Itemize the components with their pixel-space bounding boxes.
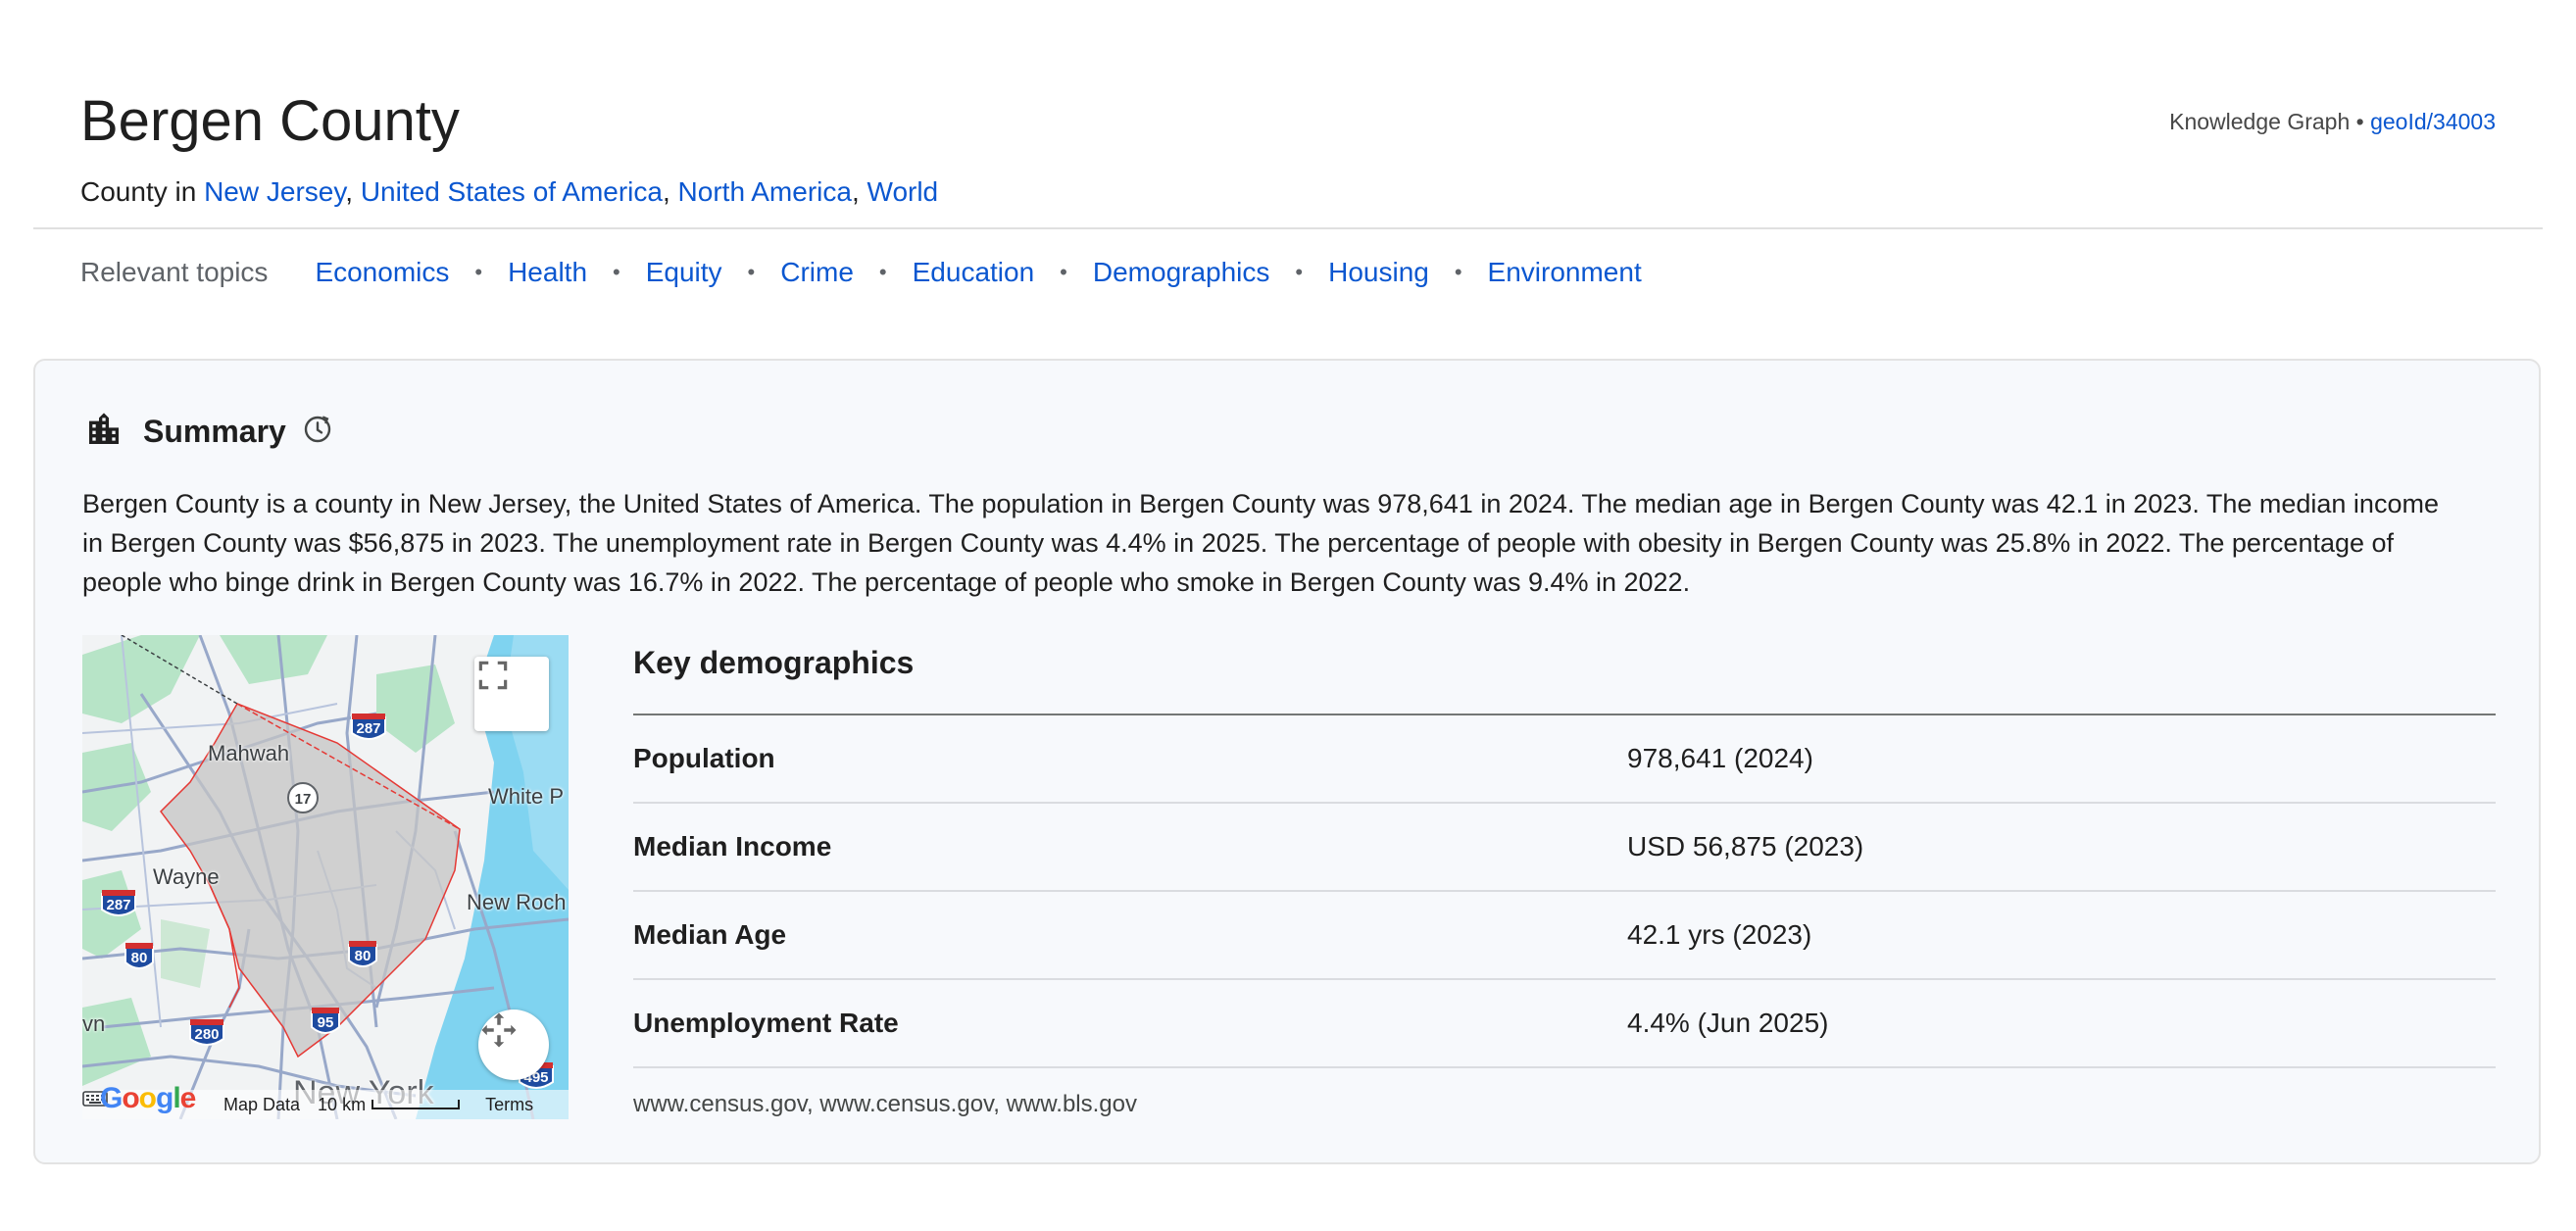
shield-287-top: 287: [356, 720, 380, 737]
separator: ,: [851, 176, 860, 207]
data-sources[interactable]: www.census.gov, www.census.gov, www.bls.…: [633, 1091, 1137, 1118]
bullet-separator: •: [1060, 260, 1067, 284]
shield-80-mid: 80: [355, 948, 372, 964]
place-link-usa[interactable]: United States of America: [361, 176, 663, 207]
place-link-north-america[interactable]: North America: [678, 176, 852, 207]
interstate-shield-icon: 287: [101, 890, 136, 916]
topic-equity[interactable]: Equity: [646, 257, 722, 288]
kg-id-link[interactable]: geoId/34003: [2370, 109, 2496, 134]
county-map[interactable]: Mahwah White P Wayne New Roch vn New Yor…: [82, 635, 569, 1119]
google-logo: Google: [100, 1082, 196, 1114]
table-row: Median Income USD 56,875 (2023): [633, 804, 2496, 892]
bullet-separator: •: [747, 260, 756, 284]
bullet-separator: •: [474, 260, 483, 284]
header-divider: [33, 227, 2543, 229]
place-link-world[interactable]: World: [867, 176, 939, 207]
shield-17: 17: [295, 791, 312, 808]
map-data-link[interactable]: Map Data: [223, 1095, 300, 1115]
shield-80-left: 80: [131, 950, 148, 966]
topic-environment[interactable]: Environment: [1488, 257, 1642, 288]
summary-card: Summary Bergen County is a county in New…: [33, 359, 2541, 1164]
interstate-shield-icon: 287: [351, 714, 386, 740]
shield-280: 280: [194, 1026, 219, 1043]
summary-title: Summary: [143, 413, 286, 449]
row-label: Median Income: [633, 831, 832, 862]
history-info-icon[interactable]: [302, 414, 333, 450]
row-value: 978,641 (2024): [1627, 743, 1813, 773]
map-scale-bar: [372, 1100, 461, 1109]
row-value: 4.4% (Jun 2025): [1627, 1008, 1829, 1038]
shield-95: 95: [318, 1014, 334, 1031]
row-label: Unemployment Rate: [633, 1008, 899, 1038]
bullet-separator: •: [613, 260, 620, 284]
bullet-separator: •: [878, 260, 887, 284]
table-row: Median Age 42.1 yrs (2023): [633, 892, 2496, 980]
row-label: Median Age: [633, 919, 787, 950]
table-row: Unemployment Rate 4.4% (Jun 2025): [633, 980, 2496, 1068]
city-buildings-icon: [84, 410, 124, 454]
interstate-shield-icon: 95: [311, 1008, 340, 1034]
relevant-topics-bar: Relevant topics Economics • Health • Equ…: [80, 251, 1642, 294]
key-demographics-table: Population 978,641 (2024) Median Income …: [633, 714, 2496, 1068]
topic-health[interactable]: Health: [508, 257, 587, 288]
key-demographics-title: Key demographics: [633, 645, 915, 680]
bullet-separator: •: [1295, 260, 1304, 284]
map-terms-link[interactable]: Terms: [485, 1095, 533, 1115]
topic-demographics[interactable]: Demographics: [1093, 257, 1270, 288]
knowledge-graph-ref: Knowledge Graph • geoId/34003: [2169, 106, 2496, 137]
page-title: Bergen County: [80, 89, 460, 153]
subtitle-prefix: County in: [80, 176, 197, 207]
topic-crime[interactable]: Crime: [780, 257, 854, 288]
row-value: 42.1 yrs (2023): [1627, 919, 1812, 950]
pan-control-button[interactable]: [478, 1009, 549, 1080]
kg-label: Knowledge Graph •: [2169, 109, 2364, 134]
place-breadcrumb: County in New Jersey, United States of A…: [80, 172, 938, 212]
separator: ,: [345, 176, 354, 207]
topic-education[interactable]: Education: [913, 257, 1035, 288]
topic-housing[interactable]: Housing: [1328, 257, 1429, 288]
route-shield-icon: 17: [287, 782, 319, 813]
map-scale-label: 10 km: [318, 1094, 367, 1114]
bullet-separator: •: [1454, 260, 1462, 284]
table-row: Population 978,641 (2024): [633, 715, 2496, 804]
interstate-shield-icon: 80: [124, 943, 154, 969]
summary-text: Bergen County is a county in New Jersey,…: [82, 489, 2439, 597]
row-value: USD 56,875 (2023): [1627, 831, 1864, 862]
topic-economics[interactable]: Economics: [315, 257, 449, 288]
shield-287-left: 287: [106, 897, 130, 913]
interstate-shield-icon: 280: [189, 1019, 224, 1046]
interstate-shield-icon: 80: [348, 941, 377, 967]
fullscreen-button[interactable]: [474, 657, 549, 731]
row-label: Population: [633, 743, 775, 773]
key-demographics-section: Key demographics Population 978,641 (202…: [633, 635, 2496, 1117]
place-link-new-jersey[interactable]: New Jersey: [204, 176, 345, 207]
separator: ,: [662, 176, 670, 207]
summary-header: Summary: [84, 410, 333, 453]
topics-label: Relevant topics: [80, 257, 269, 287]
